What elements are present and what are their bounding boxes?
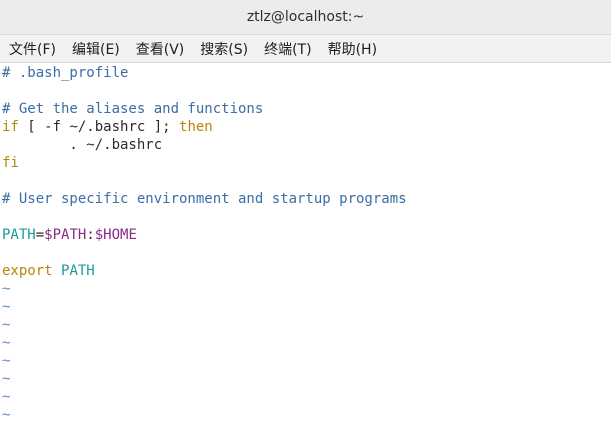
menu-view[interactable]: 查看(V) — [128, 35, 193, 62]
empty-line-tilde: ~ — [2, 407, 11, 423]
menu-search[interactable]: 搜索(S) — [192, 35, 256, 62]
code-token: if — [2, 119, 19, 135]
menu-edit[interactable]: 编辑(E) — [64, 35, 128, 62]
code-token: $HOME — [94, 227, 137, 243]
window-title: ztlz@localhost:~ — [246, 9, 365, 25]
code-token: # User specific environment and startup … — [2, 191, 407, 207]
menu-terminal[interactable]: 终端(T) — [256, 35, 319, 62]
code-line: # Get the aliases and functions — [2, 100, 263, 118]
code-token: # Get the aliases and functions — [2, 101, 264, 117]
code-line: # .bash_profile — [2, 64, 128, 82]
empty-line-tilde: ~ — [2, 335, 11, 351]
code-token: PATH — [61, 263, 95, 279]
code-token: . ~/.bashrc — [2, 137, 163, 153]
empty-line-tilde: ~ — [2, 299, 11, 315]
empty-line-tilde: ~ — [2, 353, 11, 369]
code-token: ]; — [145, 119, 180, 135]
code-token: export — [2, 263, 53, 279]
window-titlebar[interactable]: ztlz@localhost:~ — [0, 0, 611, 35]
code-token: = — [35, 227, 45, 243]
code-line: # User specific environment and startup … — [2, 190, 407, 208]
code-token: # .bash_profile — [2, 65, 129, 81]
menu-bar: 文件(F) 编辑(E) 查看(V) 搜索(S) 终端(T) 帮助(H) — [0, 35, 611, 63]
code-token: : — [86, 227, 95, 243]
code-line: export PATH — [2, 262, 95, 280]
code-token: PATH — [2, 227, 36, 243]
menu-help[interactable]: 帮助(H) — [320, 35, 385, 62]
code-token: fi — [2, 155, 19, 171]
code-token: $PATH — [44, 227, 87, 243]
terminal-editor-area[interactable]: # .bash_profile # Get the aliases and fun… — [0, 63, 611, 426]
empty-line-tilde: ~ — [2, 281, 11, 297]
empty-line-tilde: ~ — [2, 389, 11, 405]
empty-line-tilde: ~ — [2, 371, 11, 387]
code-token: then — [179, 119, 213, 135]
code-line: PATH=$PATH:$HOME — [2, 226, 137, 244]
menu-file[interactable]: 文件(F) — [0, 35, 64, 62]
code-line: fi — [2, 154, 19, 172]
code-token: [ -f — [18, 119, 70, 135]
empty-line-tilde: ~ — [2, 317, 11, 333]
code-line: if [ -f ~/.bashrc ]; then — [2, 118, 213, 136]
code-token: ~/.bashrc — [69, 119, 146, 135]
code-line: . ~/.bashrc — [2, 136, 162, 154]
